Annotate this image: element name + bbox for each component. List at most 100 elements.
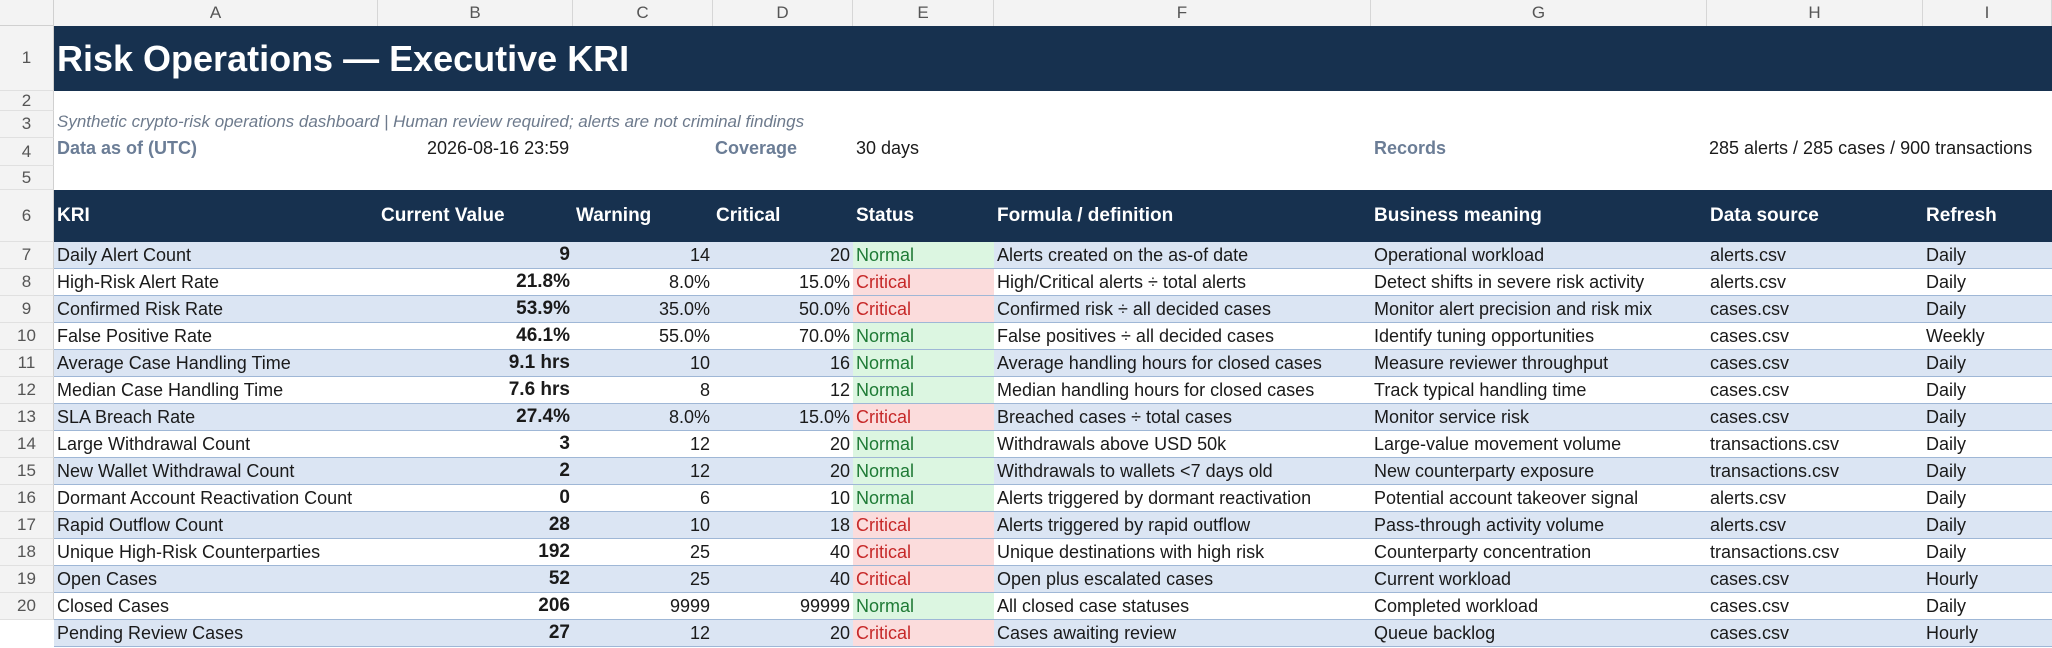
cell-formula[interactable]: Withdrawals to wallets <7 days old [994,458,1371,484]
cell-kri[interactable]: False Positive Rate [54,323,378,349]
row-header-7[interactable]: 7 [0,242,54,269]
cell-meaning[interactable]: Counterparty concentration [1371,539,1707,565]
cell-current[interactable]: 9 [378,242,573,268]
cell-formula[interactable]: All closed case statuses [994,593,1371,619]
cell-refresh[interactable]: Daily [1923,269,2052,295]
cell-formula[interactable]: Breached cases ÷ total cases [994,404,1371,430]
cell-formula[interactable]: Median handling hours for closed cases [994,377,1371,403]
cell-refresh[interactable]: Daily [1923,350,2052,376]
cell-kri[interactable]: Median Case Handling Time [54,377,378,403]
cell-kri[interactable]: SLA Breach Rate [54,404,378,430]
status-badge[interactable]: Critical [853,539,994,565]
cell-warning[interactable]: 10 [573,350,713,376]
cell-critical[interactable]: 70.0% [713,323,853,349]
coverage-value[interactable]: 30 days [856,138,919,159]
cell-formula[interactable]: Average handling hours for closed cases [994,350,1371,376]
data-as-of-label[interactable]: Data as of (UTC) [57,138,197,159]
cell-source[interactable]: alerts.csv [1707,485,1923,511]
cell-formula[interactable]: High/Critical alerts ÷ total alerts [994,269,1371,295]
cell-critical[interactable]: 15.0% [713,404,853,430]
cell-critical[interactable]: 20 [713,431,853,457]
records-label[interactable]: Records [1374,138,1446,159]
cell-critical[interactable]: 20 [713,242,853,268]
status-badge[interactable]: Critical [853,296,994,322]
cell-kri[interactable]: New Wallet Withdrawal Count [54,458,378,484]
row-header-4[interactable]: 4 [0,138,54,166]
row-header-10[interactable]: 10 [0,323,54,350]
table-header-meaning[interactable]: Business meaning [1371,190,1707,242]
cell-current[interactable]: 206 [378,593,573,619]
cell-warning[interactable]: 25 [573,566,713,592]
row-header-11[interactable]: 11 [0,350,54,377]
cell-refresh[interactable]: Daily [1923,539,2052,565]
table-header-source[interactable]: Data source [1707,190,1923,242]
status-badge[interactable]: Critical [853,620,994,646]
column-header-b[interactable]: B [378,0,573,26]
cell-meaning[interactable]: Track typical handling time [1371,377,1707,403]
cell-meaning[interactable]: Identify tuning opportunities [1371,323,1707,349]
cell-kri[interactable]: Rapid Outflow Count [54,512,378,538]
cell-kri[interactable]: Average Case Handling Time [54,350,378,376]
cell-source[interactable]: cases.csv [1707,377,1923,403]
table-header-formula[interactable]: Formula / definition [994,190,1371,242]
status-badge[interactable]: Normal [853,242,994,268]
status-badge[interactable]: Normal [853,350,994,376]
column-header-f[interactable]: F [994,0,1371,26]
table-header-kri[interactable]: KRI [54,190,378,242]
cell-current[interactable]: 21.8% [378,269,573,295]
cell-source[interactable]: transactions.csv [1707,539,1923,565]
cell-formula[interactable]: Alerts triggered by rapid outflow [994,512,1371,538]
cell-current[interactable]: 28 [378,512,573,538]
cell-warning[interactable]: 35.0% [573,296,713,322]
cell-warning[interactable]: 12 [573,431,713,457]
cell-formula[interactable]: Unique destinations with high risk [994,539,1371,565]
cell-refresh[interactable]: Daily [1923,512,2052,538]
cell-refresh[interactable]: Daily [1923,377,2052,403]
cell-refresh[interactable]: Daily [1923,296,2052,322]
cell-source[interactable]: alerts.csv [1707,242,1923,268]
cell-formula[interactable]: Alerts triggered by dormant reactivation [994,485,1371,511]
cell-warning[interactable]: 55.0% [573,323,713,349]
column-header-e[interactable]: E [853,0,994,26]
row-header-3[interactable]: 3 [0,111,54,138]
row-header-13[interactable]: 13 [0,404,54,431]
cell-current[interactable]: 0 [378,485,573,511]
cell-critical[interactable]: 10 [713,485,853,511]
cell-source[interactable]: cases.csv [1707,620,1923,646]
row-header-15[interactable]: 15 [0,458,54,485]
cell-warning[interactable]: 8 [573,377,713,403]
row-header-2[interactable]: 2 [0,91,54,111]
cell-warning[interactable]: 8.0% [573,269,713,295]
cell-kri[interactable]: Unique High-Risk Counterparties [54,539,378,565]
cell-critical[interactable]: 15.0% [713,269,853,295]
cell-formula[interactable]: Cases awaiting review [994,620,1371,646]
cell-source[interactable]: cases.csv [1707,566,1923,592]
cell-warning[interactable]: 14 [573,242,713,268]
cell-meaning[interactable]: Large-value movement volume [1371,431,1707,457]
cell-meaning[interactable]: Monitor service risk [1371,404,1707,430]
row-header-17[interactable]: 17 [0,512,54,539]
cell-critical[interactable]: 99999 [713,593,853,619]
select-all-corner[interactable] [0,0,54,26]
status-badge[interactable]: Normal [853,377,994,403]
row-header-14[interactable]: 14 [0,431,54,458]
cell-source[interactable]: cases.csv [1707,323,1923,349]
cell-source[interactable]: transactions.csv [1707,458,1923,484]
cell-kri[interactable]: Large Withdrawal Count [54,431,378,457]
table-header-warning[interactable]: Warning [573,190,713,242]
cell-current[interactable]: 2 [378,458,573,484]
cell-kri[interactable]: High-Risk Alert Rate [54,269,378,295]
cell-source[interactable]: transactions.csv [1707,431,1923,457]
status-badge[interactable]: Critical [853,269,994,295]
cell-meaning[interactable]: Current workload [1371,566,1707,592]
cell-meaning[interactable]: Potential account takeover signal [1371,485,1707,511]
cell-warning[interactable]: 6 [573,485,713,511]
column-header-i[interactable]: I [1923,0,2052,26]
cell-meaning[interactable]: New counterparty exposure [1371,458,1707,484]
cell-refresh[interactable]: Daily [1923,458,2052,484]
cell-kri[interactable]: Dormant Account Reactivation Count [54,485,378,511]
row-header-18[interactable]: 18 [0,539,54,566]
cell-critical[interactable]: 16 [713,350,853,376]
row-header-6[interactable]: 6 [0,190,54,242]
cell-critical[interactable]: 40 [713,566,853,592]
